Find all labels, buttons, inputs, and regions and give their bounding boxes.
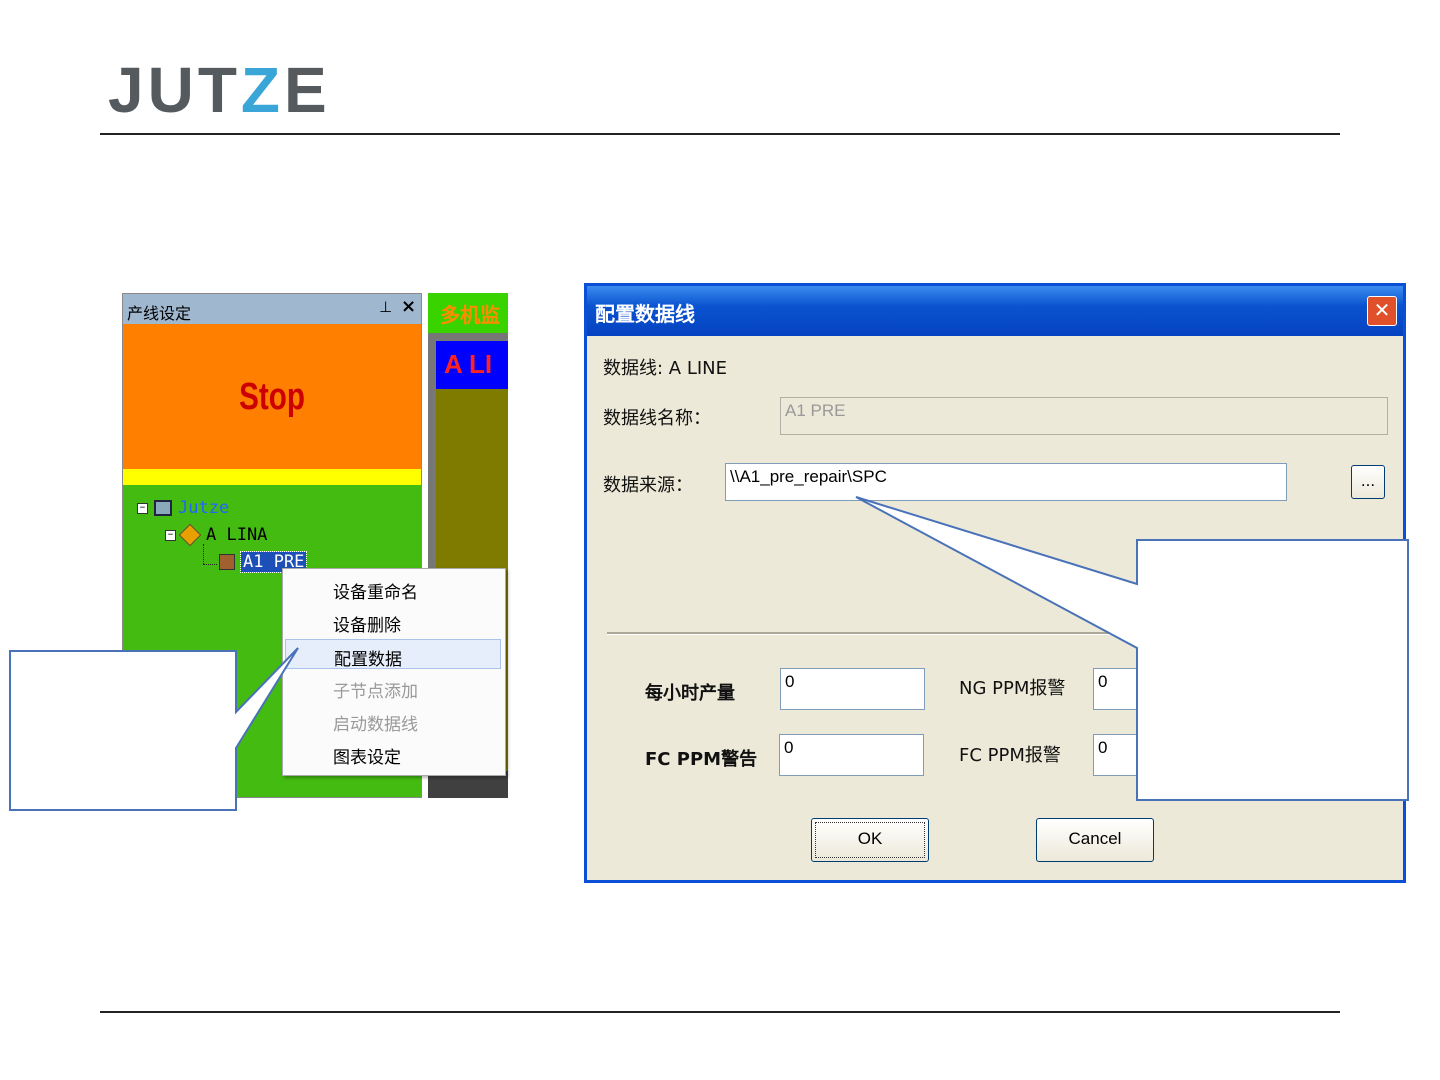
- callout-right: [855, 496, 1409, 801]
